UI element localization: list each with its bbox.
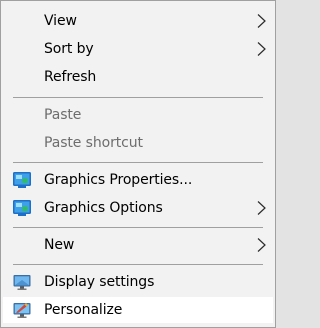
menu-item-view[interactable]: View	[3, 8, 273, 34]
personalize-monitor-icon	[13, 303, 31, 318]
menu-item-sort-by[interactable]: Sort by	[3, 36, 273, 62]
monitor-icon	[13, 275, 31, 290]
menu-item-label: Sort by	[44, 41, 94, 57]
menu-separator	[13, 97, 263, 98]
menu-item-paste-shortcut: Paste shortcut	[3, 130, 273, 156]
menu-separator	[13, 227, 263, 228]
menu-item-label: View	[44, 13, 77, 29]
menu-item-display-settings[interactable]: Display settings	[3, 269, 273, 295]
menu-item-personalize[interactable]: Personalize	[3, 297, 273, 323]
chevron-right-icon	[257, 42, 266, 56]
menu-item-label: Graphics Options	[44, 200, 163, 216]
menu-item-label: Refresh	[44, 69, 97, 85]
desktop-context-menu: View Sort by Refresh Paste Paste shortcu…	[0, 0, 276, 328]
menu-separator	[13, 162, 263, 163]
menu-item-label: Paste	[44, 107, 82, 123]
menu-item-label: Paste shortcut	[44, 135, 143, 151]
menu-item-label: Graphics Properties...	[44, 172, 193, 188]
menu-item-new[interactable]: New	[3, 232, 273, 258]
menu-item-label: New	[44, 237, 75, 253]
chevron-right-icon	[257, 238, 266, 252]
menu-item-graphics-options[interactable]: Graphics Options	[3, 195, 273, 221]
menu-item-paste: Paste	[3, 102, 273, 128]
menu-separator	[13, 264, 263, 265]
menu-item-refresh[interactable]: Refresh	[3, 64, 273, 90]
menu-item-label: Display settings	[44, 274, 155, 290]
menu-item-label: Personalize	[44, 302, 123, 318]
chevron-right-icon	[257, 14, 266, 28]
chevron-right-icon	[257, 201, 266, 215]
intel-graphics-icon	[13, 172, 31, 188]
intel-graphics-icon	[13, 200, 31, 216]
menu-item-graphics-properties[interactable]: Graphics Properties...	[3, 167, 273, 193]
